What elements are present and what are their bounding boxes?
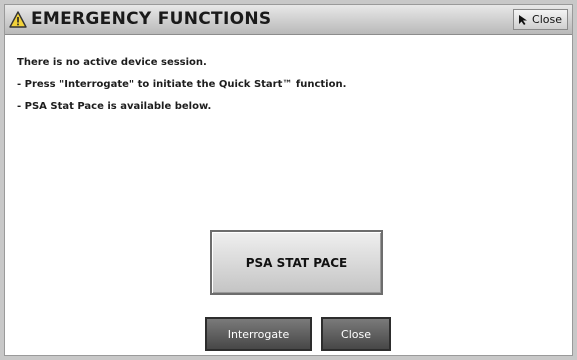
interrogate-label: Interrogate (227, 327, 290, 341)
psa-stat-pace-button[interactable]: PSA STAT PACE (210, 230, 383, 295)
warning-triangle-icon (9, 11, 27, 28)
no-session-message: There is no active device session. (17, 57, 207, 68)
title-close-button[interactable]: Close (513, 9, 568, 30)
title-bar: EMERGENCY FUNCTIONS Close (5, 5, 572, 35)
psa-availability-note: - PSA Stat Pace is available below. (17, 101, 212, 112)
interrogate-button[interactable]: Interrogate (205, 317, 312, 351)
emergency-functions-dialog: EMERGENCY FUNCTIONS Close There is no ac… (4, 4, 573, 356)
interrogate-instruction: - Press "Interrogate" to initiate the Qu… (17, 79, 347, 90)
dialog-title: EMERGENCY FUNCTIONS (31, 9, 272, 29)
cursor-arrow-icon (519, 14, 528, 25)
psa-stat-pace-label: PSA STAT PACE (245, 255, 348, 270)
close-label: Close (341, 327, 371, 341)
title-close-label: Close (532, 13, 562, 26)
close-button[interactable]: Close (321, 317, 391, 351)
